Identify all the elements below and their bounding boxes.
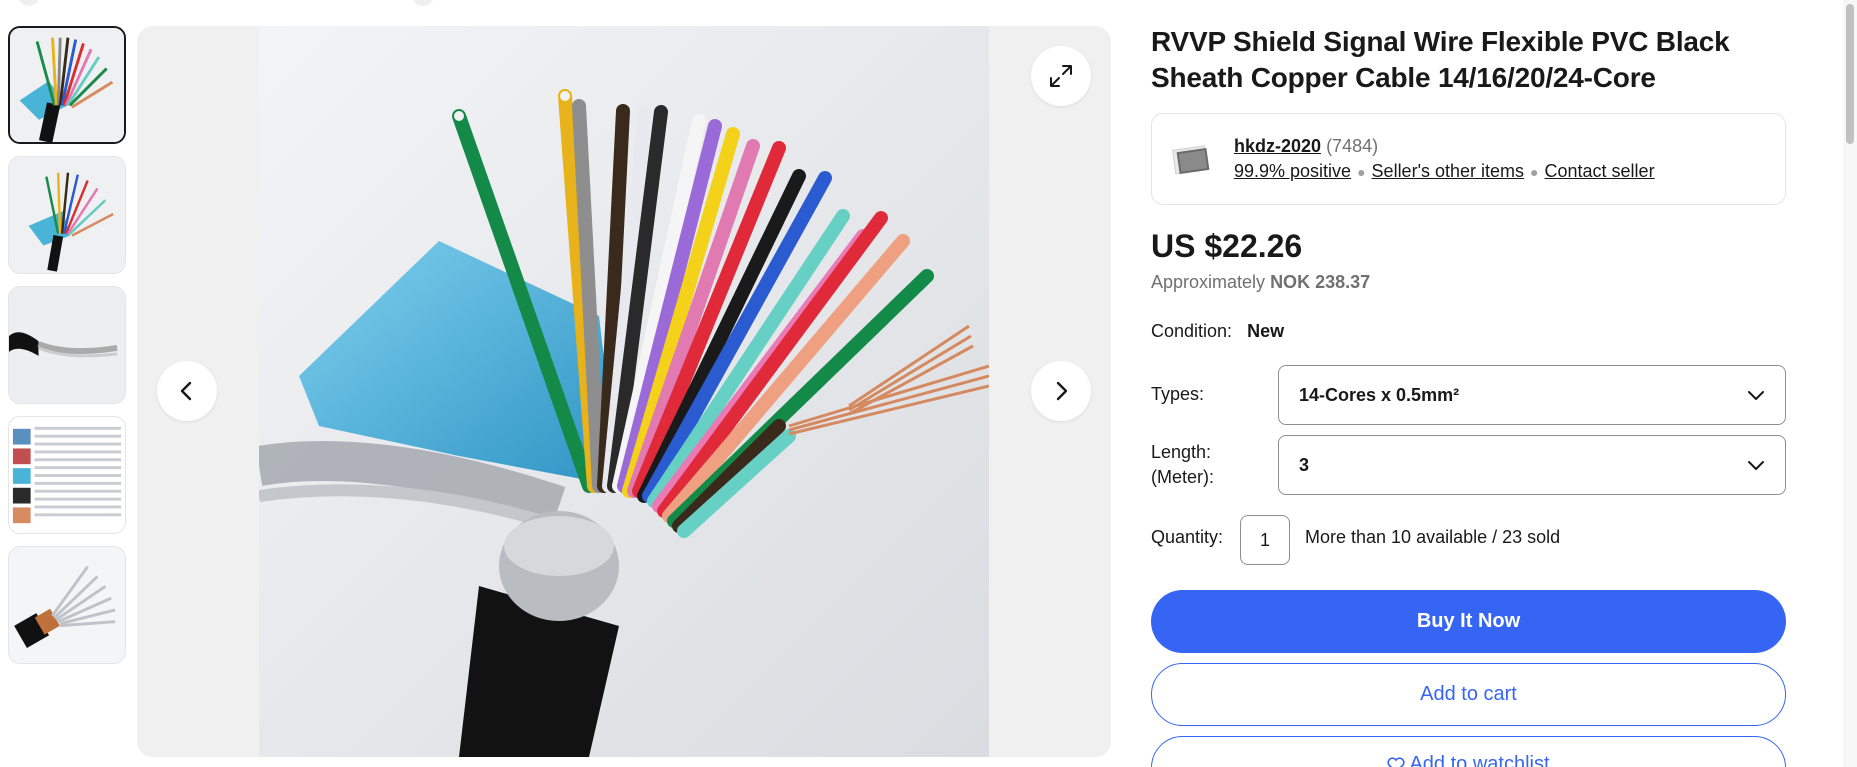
length-label: Length: (Meter):: [1151, 440, 1214, 490]
chevron-down-icon: [1748, 391, 1764, 400]
add-to-cart-button[interactable]: Add to cart: [1151, 663, 1786, 726]
seller-positive-feedback-link[interactable]: 99.9% positive: [1234, 161, 1351, 182]
thumbnail-5[interactable]: [8, 546, 126, 664]
thumbnail-2[interactable]: [8, 156, 126, 274]
length-selected-value: 3: [1299, 454, 1310, 475]
thumbnail-1[interactable]: [8, 26, 126, 144]
add-to-watchlist-button[interactable]: Add to watchlist: [1151, 736, 1786, 767]
chevron-right-icon: [1056, 381, 1068, 401]
item-price: US $22.26: [1151, 228, 1303, 264]
page-scrollbar[interactable]: [1843, 0, 1857, 767]
converted-price-value: NOK 238.37: [1270, 272, 1371, 292]
converted-price: Approximately NOK 238.37: [1151, 272, 1370, 293]
condition-label: Condition:: [1151, 321, 1233, 341]
product-page: RVVP Shield Signal Wire Flexible PVC Bla…: [0, 0, 1857, 767]
item-condition: Condition: New: [1151, 321, 1284, 342]
seller-name-line: hkdz-2020 (7484): [1234, 136, 1378, 157]
length-select[interactable]: 3: [1278, 435, 1786, 495]
next-image-button[interactable]: [1031, 361, 1091, 421]
chevron-left-icon: [180, 381, 192, 401]
previous-image-button[interactable]: [157, 361, 217, 421]
length-label-line-2: (Meter):: [1151, 467, 1214, 487]
seller-name-link[interactable]: hkdz-2020: [1234, 136, 1321, 156]
quantity-availability: More than 10 available / 23 sold: [1305, 527, 1561, 547]
seller-logo[interactable]: [1170, 138, 1214, 182]
converted-price-prefix: Approximately: [1151, 272, 1266, 292]
types-select[interactable]: 14-Cores x 0.5mm²: [1278, 365, 1786, 425]
seller-other-items-link[interactable]: Seller's other items: [1372, 161, 1525, 182]
chevron-down-icon: [1748, 461, 1764, 470]
product-photo: [259, 26, 989, 757]
seller-card: hkdz-2020 (7484) 99.9% positive ● Seller…: [1151, 113, 1786, 205]
top-nav-remnant: [18, 0, 40, 6]
thumbnail-list: [8, 26, 128, 676]
quantity-label: Quantity:: [1151, 527, 1224, 547]
heart-icon: [1387, 757, 1405, 767]
expand-icon: [1050, 65, 1072, 87]
types-selected-value: 14-Cores x 0.5mm²: [1299, 384, 1460, 405]
quantity-input[interactable]: 1: [1240, 515, 1290, 565]
contact-seller-link[interactable]: Contact seller: [1545, 161, 1655, 182]
seller-links: 99.9% positive ● Seller's other items ● …: [1234, 161, 1655, 182]
length-label-line-1: Length:: [1151, 442, 1212, 462]
condition-value: New: [1247, 321, 1285, 341]
thumbnail-3[interactable]: [8, 286, 126, 404]
separator-dot: ●: [1357, 163, 1366, 180]
watchlist-label: Add to watchlist: [1409, 753, 1550, 767]
expand-button[interactable]: [1031, 46, 1091, 106]
top-nav-remnant: [412, 0, 434, 6]
main-image-viewer[interactable]: [137, 26, 1111, 757]
buy-it-now-button[interactable]: Buy It Now: [1151, 590, 1786, 653]
scrollbar-thumb[interactable]: [1846, 4, 1854, 144]
thumbnail-4[interactable]: [8, 416, 126, 534]
product-title: RVVP Shield Signal Wire Flexible PVC Bla…: [1151, 26, 1730, 93]
seller-feedback-count: (7484): [1326, 136, 1379, 156]
separator-dot: ●: [1530, 163, 1539, 180]
types-label: Types:: [1151, 384, 1205, 404]
